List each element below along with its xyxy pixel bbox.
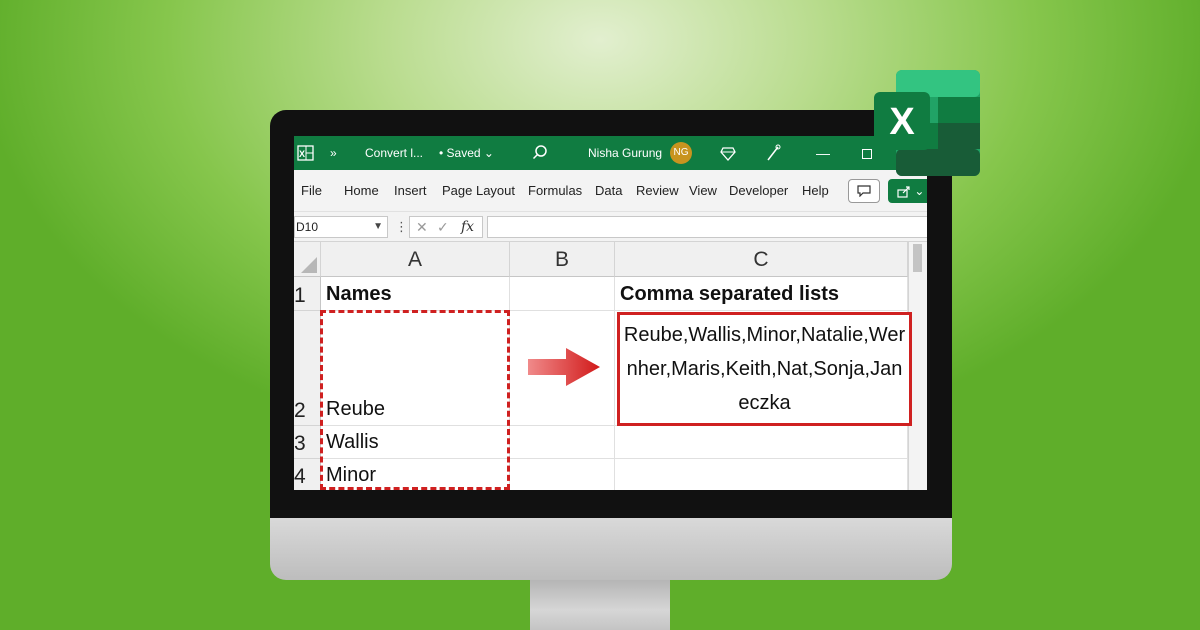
user-name[interactable]: Nisha Gurung bbox=[588, 136, 662, 170]
tab-page-layout[interactable]: Page Layout bbox=[442, 170, 515, 212]
tab-help[interactable]: Help bbox=[802, 170, 829, 212]
cell-b4[interactable] bbox=[510, 459, 615, 490]
chevron-down-icon[interactable]: ▼ bbox=[373, 217, 383, 237]
tab-data[interactable]: Data bbox=[595, 170, 622, 212]
arrow-right-icon bbox=[528, 346, 602, 388]
tab-insert[interactable]: Insert bbox=[394, 170, 427, 212]
column-header-a[interactable]: A bbox=[321, 242, 510, 277]
monitor-stand bbox=[530, 580, 670, 630]
svg-text:X: X bbox=[889, 101, 915, 143]
scrollbar-thumb[interactable] bbox=[913, 244, 922, 272]
excel-window: X » Convert l... • Saved ⌄ Nisha Gurung … bbox=[294, 136, 927, 490]
cancel-icon[interactable]: ✕ bbox=[416, 217, 428, 237]
cell-c2-result[interactable]: Reube,Wallis,Minor,Natalie,Wernher,Maris… bbox=[617, 312, 912, 426]
source-range-highlight bbox=[320, 310, 510, 490]
file-name[interactable]: Convert l... bbox=[365, 136, 423, 170]
diamond-icon[interactable] bbox=[720, 136, 736, 170]
save-status[interactable]: • Saved ⌄ bbox=[439, 136, 494, 170]
confirm-icon[interactable]: ✓ bbox=[437, 217, 449, 237]
more-options-icon[interactable]: ⋮ bbox=[395, 216, 408, 238]
cell-c3[interactable] bbox=[615, 426, 908, 459]
tab-file[interactable]: File bbox=[301, 170, 322, 212]
avatar[interactable]: NG bbox=[670, 142, 692, 164]
tab-home[interactable]: Home bbox=[344, 170, 379, 212]
pen-icon[interactable] bbox=[765, 136, 781, 170]
excel-logo-icon: X bbox=[872, 70, 982, 180]
overflow-chevron-icon[interactable]: » bbox=[330, 136, 337, 170]
formula-bar: D10 ▼ ⋮ ✕ ✓ fx bbox=[294, 212, 927, 242]
svg-text:X: X bbox=[299, 149, 305, 159]
name-box[interactable]: D10 ▼ bbox=[294, 216, 388, 238]
tab-formulas[interactable]: Formulas bbox=[528, 170, 582, 212]
search-icon[interactable] bbox=[532, 136, 548, 170]
title-bar: X » Convert l... • Saved ⌄ Nisha Gurung … bbox=[294, 136, 927, 170]
row-header[interactable]: 2 bbox=[294, 311, 321, 426]
minimize-icon[interactable]: — bbox=[816, 136, 830, 170]
tab-review[interactable]: Review bbox=[636, 170, 679, 212]
tab-view[interactable]: View bbox=[689, 170, 717, 212]
column-header-b[interactable]: B bbox=[510, 242, 615, 277]
monitor-chin bbox=[270, 518, 952, 580]
chevron-down-icon: ⌄ bbox=[484, 146, 494, 160]
row-header[interactable]: 3 bbox=[294, 426, 321, 459]
select-all-corner[interactable] bbox=[294, 242, 321, 277]
row-header[interactable]: 1 bbox=[294, 277, 321, 311]
formula-input[interactable] bbox=[487, 216, 927, 238]
formula-buttons: ✕ ✓ fx bbox=[409, 216, 483, 238]
name-box-value: D10 bbox=[296, 220, 318, 234]
cell-b3[interactable] bbox=[510, 426, 615, 459]
column-header-c[interactable]: C bbox=[615, 242, 908, 277]
save-status-label: • Saved bbox=[439, 146, 481, 160]
tab-developer[interactable]: Developer bbox=[729, 170, 788, 212]
cell-b1[interactable] bbox=[510, 277, 615, 311]
row-header[interactable]: 4 bbox=[294, 459, 321, 490]
cell-a1[interactable]: Names bbox=[321, 277, 510, 311]
maximize-icon[interactable] bbox=[862, 136, 872, 170]
excel-icon[interactable]: X bbox=[297, 136, 315, 170]
comments-button[interactable] bbox=[848, 179, 880, 203]
cell-c1[interactable]: Comma separated lists bbox=[615, 277, 908, 311]
chevron-down-icon: ⌄ bbox=[914, 184, 924, 198]
cell-c4[interactable] bbox=[615, 459, 908, 490]
insert-function-button[interactable]: fx bbox=[461, 217, 474, 237]
share-button[interactable]: ⌄ bbox=[888, 179, 927, 203]
ribbon-tabs: File Home Insert Page Layout Formulas Da… bbox=[294, 170, 927, 212]
